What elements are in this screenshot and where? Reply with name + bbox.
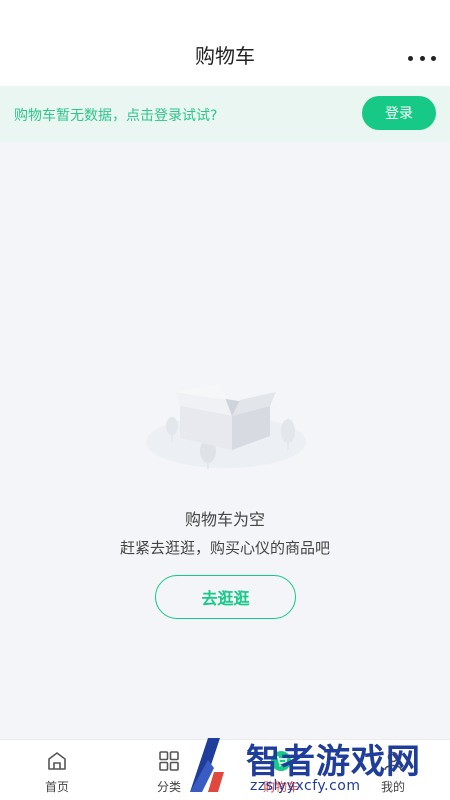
watermark-logo-icon [190, 738, 224, 792]
empty-cart-subtitle: 赶紧去逛逛，购买心仪的商品吧 [119, 539, 330, 557]
login-prompt-bar: 购物车暂无数据，点击登录试试? 登录 [0, 86, 450, 142]
go-shopping-button[interactable]: 去逛逛 [155, 575, 296, 619]
login-tip-text[interactable]: 购物车暂无数据，点击登录试试? [14, 105, 217, 125]
empty-cart-title: 购物车为空 [184, 510, 265, 529]
empty-box-illustration [146, 384, 306, 469]
grid-icon [159, 751, 179, 771]
home-icon [48, 752, 66, 770]
dot-icon [408, 55, 413, 61]
page-title: 购物车 [195, 44, 255, 68]
watermark-title: 智者游戏网 [246, 742, 421, 782]
tab-home[interactable]: 首页 [12, 740, 102, 800]
tab-label: 首页 [44, 780, 69, 794]
top-header: 购物车 [0, 0, 450, 86]
watermark: 智者游戏网 zzslyyxcfy.com [180, 728, 450, 800]
more-options-button[interactable] [408, 50, 436, 66]
dot-icon [419, 55, 425, 61]
watermark-url: zzslyyxcfy.com [250, 778, 361, 794]
login-button[interactable]: 登录 [362, 96, 436, 130]
dot-icon [431, 55, 436, 61]
